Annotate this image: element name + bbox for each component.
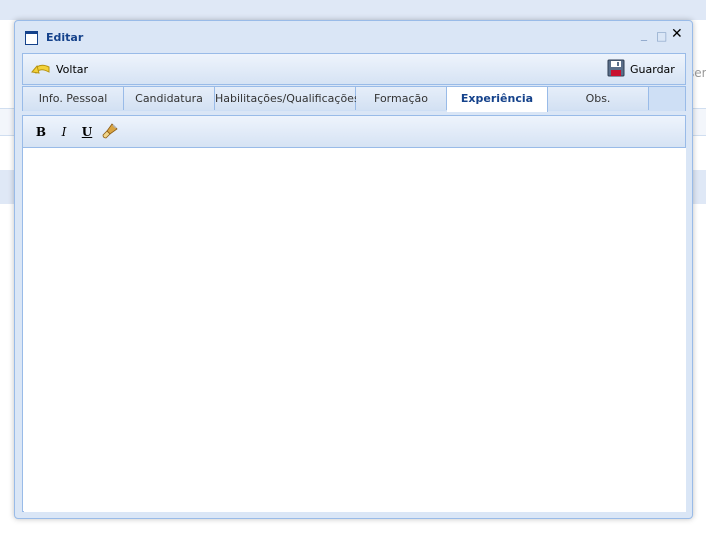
experience-editor-area[interactable] xyxy=(24,148,686,512)
tab-candidatura[interactable]: Candidatura xyxy=(124,87,215,110)
window-title: Editar xyxy=(46,31,84,44)
floppy-disk-icon xyxy=(607,59,625,80)
underline-button[interactable]: U xyxy=(79,124,95,140)
tab-experiencia[interactable]: Experiência xyxy=(447,87,548,112)
back-button[interactable]: Voltar xyxy=(31,58,88,80)
window-toolbar: Voltar Guardar xyxy=(22,53,686,85)
back-arrow-icon xyxy=(31,61,51,78)
editor-toolbar: B I U xyxy=(23,116,685,148)
tab-strip: Info. Pessoal Candidatura Habilitações/Q… xyxy=(22,86,686,112)
back-button-label: Voltar xyxy=(56,62,89,76)
minimize-icon[interactable]: _ xyxy=(641,27,647,41)
tab-formacao[interactable]: Formação xyxy=(356,87,447,110)
html-editor: B I U xyxy=(22,115,686,512)
edit-window: Editar _ □ ✕ Voltar Guardar Info. Pessoa… xyxy=(14,20,693,519)
clear-format-brush-icon[interactable] xyxy=(101,122,118,139)
bold-button[interactable]: B xyxy=(33,124,49,140)
window-icon xyxy=(25,31,38,45)
tab-info-pessoal[interactable]: Info. Pessoal xyxy=(23,87,124,110)
save-button-label: Guardar xyxy=(630,62,675,76)
italic-button[interactable]: I xyxy=(56,124,72,140)
maximize-icon[interactable]: □ xyxy=(656,29,667,43)
tab-habilitacoes[interactable]: Habilitações/Qualificações xyxy=(215,87,360,110)
tab-obs[interactable]: Obs. xyxy=(548,87,649,110)
app-header-background xyxy=(0,0,706,20)
save-button[interactable]: Guardar xyxy=(607,58,675,80)
window-titlebar[interactable]: Editar _ □ ✕ xyxy=(15,21,692,53)
close-icon[interactable]: ✕ xyxy=(671,27,683,41)
